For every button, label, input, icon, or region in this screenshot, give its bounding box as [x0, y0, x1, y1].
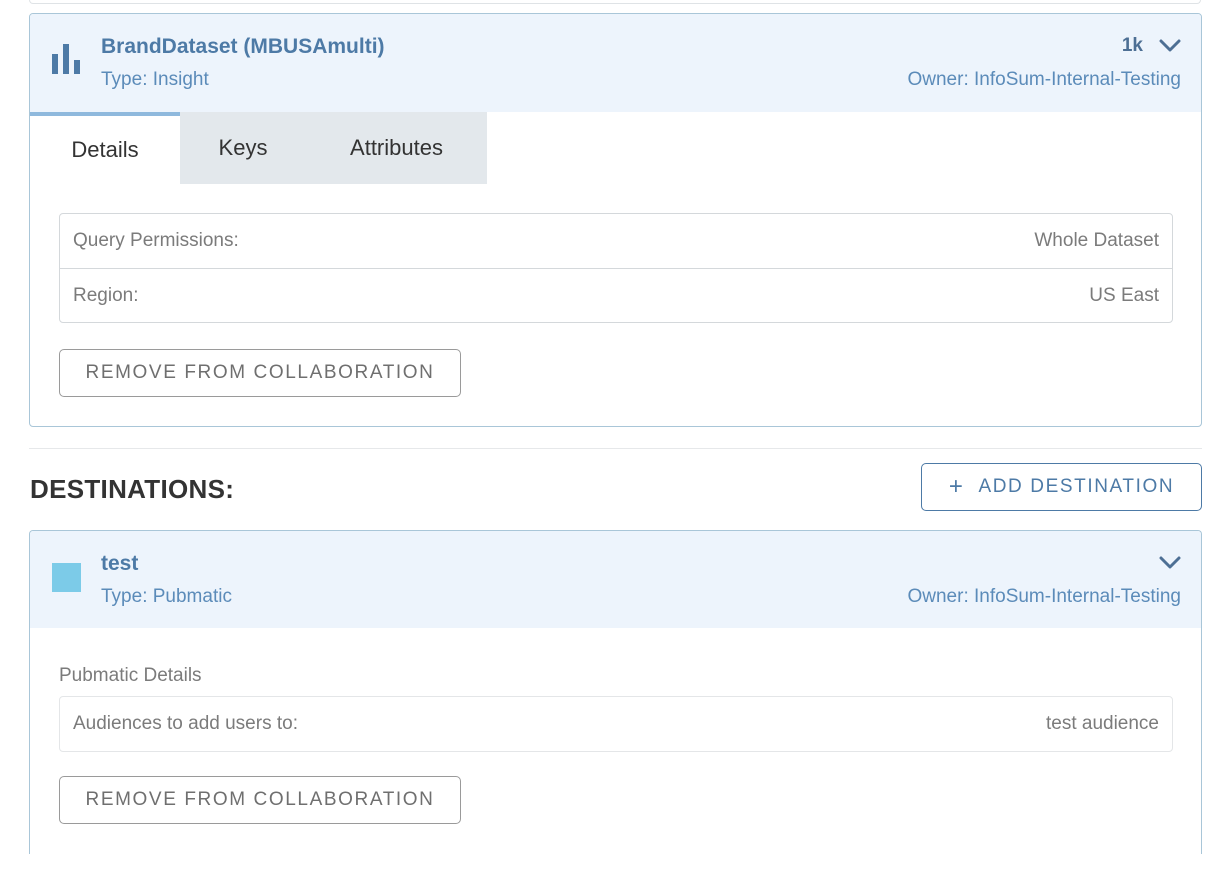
destination-owner: Owner: InfoSum-Internal-Testing — [907, 586, 1181, 607]
destinations-heading: DESTINATIONS: — [30, 474, 235, 504]
dataset-owner: Owner: InfoSum-Internal-Testing — [907, 69, 1181, 90]
destination-type: Type: Pubmatic — [101, 586, 232, 607]
dataset-title: BrandDataset (MBUSAmulti) — [101, 35, 385, 58]
dataset-card: BrandDataset (MBUSAmulti) Type: Insight … — [29, 13, 1202, 427]
tab-keys[interactable]: Keys — [180, 112, 306, 184]
dataset-size: 1k — [1121, 35, 1143, 56]
chevron-down-icon[interactable] — [1159, 38, 1181, 54]
previous-card-edge — [29, 0, 1201, 4]
bar-chart-icon — [52, 44, 82, 79]
row-value: US East — [1089, 284, 1159, 306]
remove-destination-button[interactable]: REMOVE FROM COLLABORATION — [59, 776, 461, 824]
destination-title: test — [101, 552, 139, 575]
row-value: test audience — [1045, 713, 1159, 734]
destination-details-table: Audiences to add users to: test audience — [59, 696, 1173, 752]
pubmatic-details-label: Pubmatic Details — [59, 665, 202, 686]
dataset-tabs: Details Keys Attributes — [30, 112, 1201, 184]
tab-attributes[interactable]: Attributes — [306, 112, 487, 184]
dataset-card-header[interactable]: BrandDataset (MBUSAmulti) Type: Insight … — [30, 14, 1201, 112]
dataset-type: Type: Insight — [101, 69, 209, 90]
destination-color-icon — [52, 563, 81, 592]
destination-card-header[interactable]: test Type: Pubmatic Owner: InfoSum-Inter… — [30, 531, 1201, 628]
row-label: Audiences to add users to: — [73, 713, 298, 734]
chevron-down-icon[interactable] — [1159, 555, 1181, 571]
destination-card: test Type: Pubmatic Owner: InfoSum-Inter… — [29, 530, 1202, 854]
table-row: Audiences to add users to: test audience — [60, 697, 1172, 751]
dataset-details-table: Query Permissions: Whole Dataset Region:… — [59, 213, 1173, 323]
row-label: Region: — [73, 284, 139, 306]
remove-dataset-button[interactable]: REMOVE FROM COLLABORATION — [59, 349, 461, 397]
plus-icon: + — [948, 473, 965, 500]
add-destination-button[interactable]: + ADD DESTINATION — [921, 463, 1202, 511]
table-row: Region: US East — [60, 268, 1172, 322]
table-row: Query Permissions: Whole Dataset — [60, 214, 1172, 268]
row-label: Query Permissions: — [73, 230, 239, 251]
row-value: Whole Dataset — [1034, 230, 1159, 251]
section-divider — [29, 448, 1202, 449]
add-destination-label: ADD DESTINATION — [978, 476, 1175, 497]
tab-details[interactable]: Details — [30, 112, 180, 184]
